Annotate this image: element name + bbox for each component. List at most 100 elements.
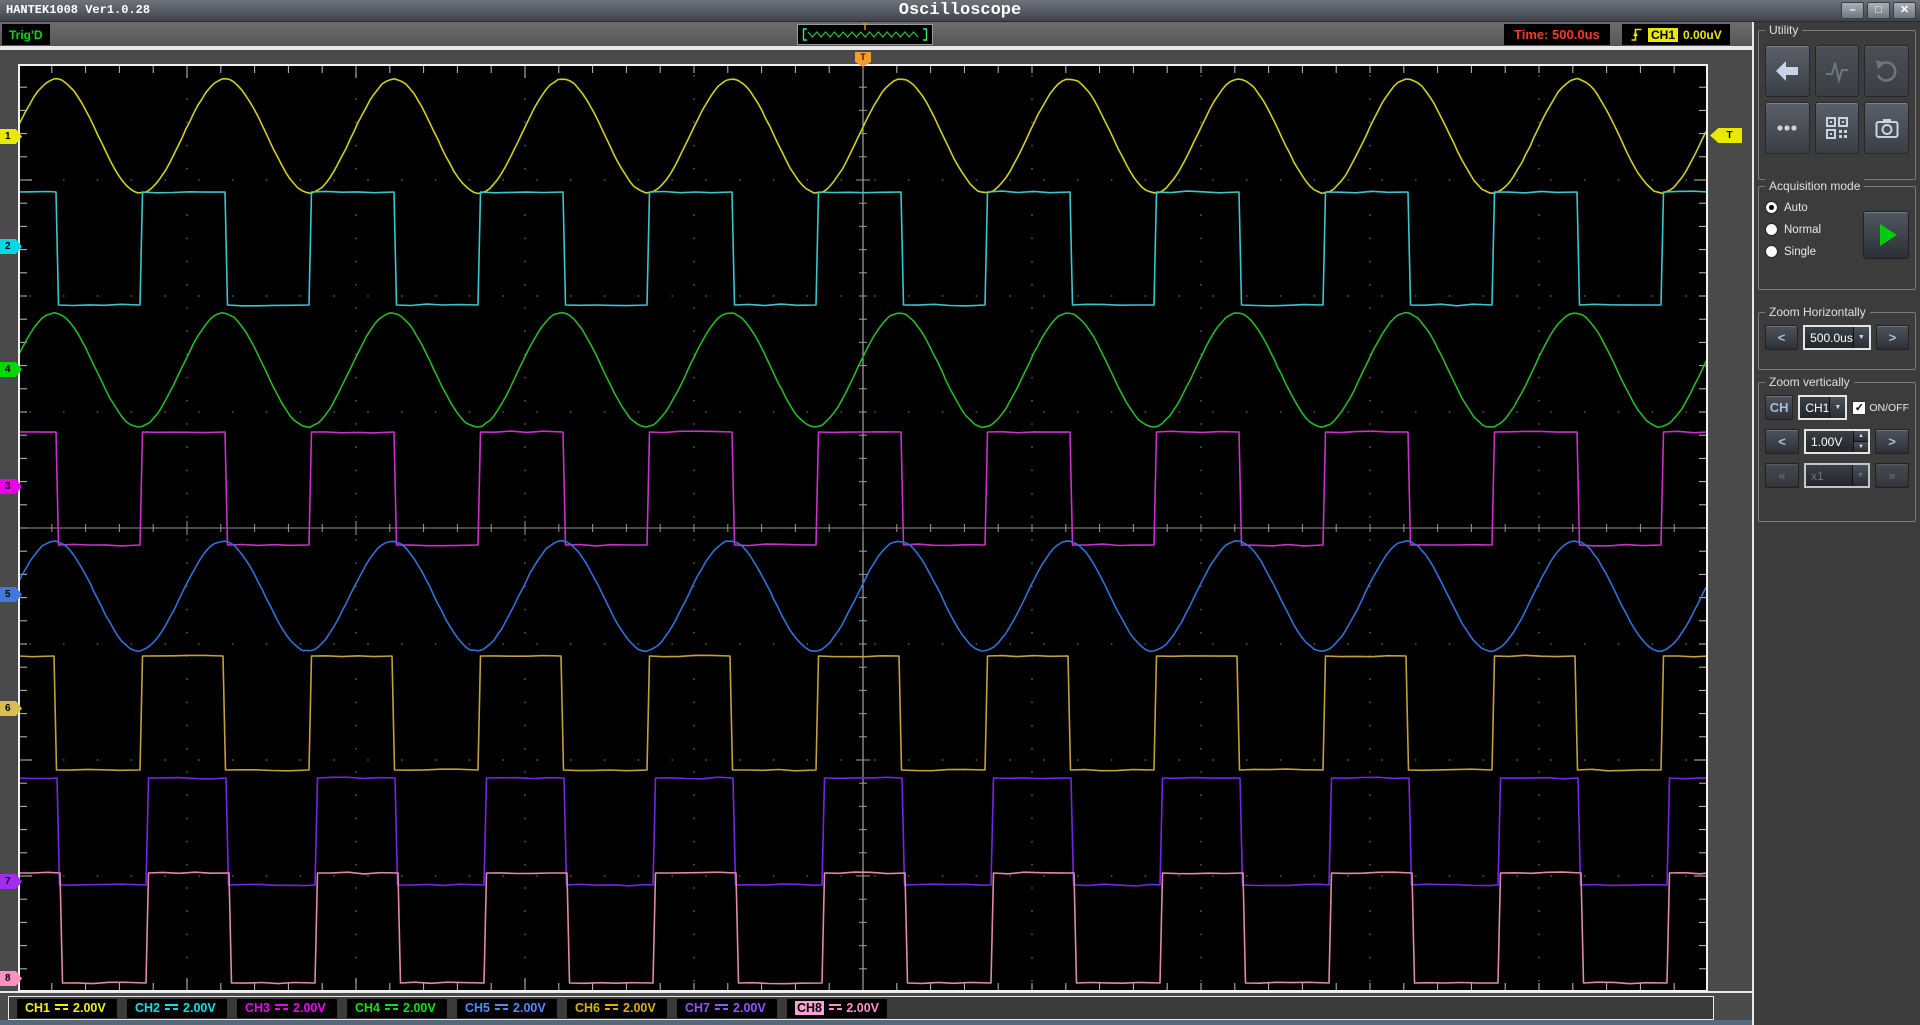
camera-icon bbox=[1874, 115, 1900, 141]
channel-name: CH5 bbox=[465, 1001, 490, 1015]
channel-select[interactable]: CH1 ▼ bbox=[1798, 395, 1847, 420]
utility-group: Utility bbox=[1758, 30, 1916, 180]
scale-prev-button[interactable]: < bbox=[1765, 429, 1799, 454]
qr-code-button[interactable] bbox=[1815, 102, 1860, 154]
multiplier-next-button[interactable]: » bbox=[1875, 463, 1909, 488]
radio-normal[interactable]: Normal bbox=[1765, 223, 1863, 236]
timebase-next-button[interactable]: > bbox=[1876, 325, 1909, 350]
undo-icon bbox=[1874, 58, 1900, 84]
channel-status-ch8[interactable]: CH8 2.00V bbox=[787, 999, 887, 1018]
onoff-checkbox[interactable]: ✓ bbox=[1852, 401, 1866, 415]
timebase-prev-button[interactable]: < bbox=[1765, 325, 1798, 350]
channel-status-bar: CH1 2.00V CH2 2.00V CH3 2.00V CH4 2.00V CH5 2.00V… bbox=[8, 996, 1714, 1020]
more-button[interactable] bbox=[1765, 102, 1810, 154]
timebase-select[interactable]: 500.0us ▼ bbox=[1803, 325, 1871, 350]
multiplier-prev-button[interactable]: « bbox=[1765, 463, 1799, 488]
maximize-button[interactable]: □ bbox=[1867, 2, 1890, 19]
play-icon bbox=[1880, 224, 1897, 246]
scope-display-area: T T 12345678 bbox=[0, 48, 1752, 993]
page-title: Oscilloscope bbox=[0, 1, 1920, 20]
channel-value: CH1 bbox=[1800, 401, 1829, 415]
radio-label: Single bbox=[1784, 246, 1816, 258]
waveform-plot bbox=[18, 64, 1708, 992]
channel-status-ch6[interactable]: CH62.00V bbox=[567, 999, 667, 1018]
zoom-vertical-title: Zoom vertically bbox=[1765, 375, 1854, 389]
window-controls: – □ ✕ bbox=[1841, 2, 1916, 19]
multiplier-value: x1 bbox=[1806, 469, 1852, 483]
ellipsis-icon bbox=[1773, 115, 1801, 141]
channel-status-ch5[interactable]: CH5 2.00V bbox=[457, 999, 557, 1018]
trigger-status-badge: Trig'D bbox=[2, 24, 50, 45]
minimize-button[interactable]: – bbox=[1841, 2, 1864, 19]
radio-single[interactable]: Single bbox=[1765, 245, 1863, 258]
close-button[interactable]: ✕ bbox=[1893, 2, 1916, 19]
run-button[interactable] bbox=[1863, 211, 1909, 259]
back-arrow-icon bbox=[1773, 58, 1801, 84]
channel-button[interactable]: CH bbox=[1765, 395, 1793, 420]
back-button[interactable] bbox=[1765, 45, 1810, 97]
trigger-source-badge: CH1 bbox=[1648, 28, 1678, 42]
control-panel: Utility bbox=[1752, 22, 1920, 1025]
undo-button[interactable] bbox=[1864, 45, 1909, 97]
qr-code-icon bbox=[1824, 115, 1850, 141]
trigger-level-marker[interactable]: T bbox=[1710, 128, 1742, 143]
timebase-value: 500.0us bbox=[1805, 331, 1853, 345]
dc-coupling-icon bbox=[495, 1004, 508, 1013]
radio-icon[interactable] bbox=[1765, 201, 1778, 214]
window-bottom-edge bbox=[0, 1020, 1920, 1025]
toolbar: Trig'D T Time: 500.0us CH1 0.00uV bbox=[0, 22, 1752, 48]
timebase-readout: Time: 500.0us bbox=[1504, 24, 1610, 45]
pulse-icon bbox=[1824, 58, 1850, 84]
radio-icon[interactable] bbox=[1765, 245, 1778, 258]
rising-edge-icon bbox=[1630, 26, 1643, 43]
title-bar: HANTEK1008 Ver1.0.28 Oscilloscope – □ ✕ bbox=[0, 0, 1920, 22]
channel-scale-value: 2.00V bbox=[403, 1001, 436, 1015]
channel-status-ch3[interactable]: CH3 2.00V bbox=[237, 999, 337, 1018]
acquisition-title: Acquisition mode bbox=[1765, 179, 1864, 193]
channel-status-ch2[interactable]: CH2 2.00V bbox=[127, 999, 227, 1018]
channel-scale-value: 2.00V bbox=[73, 1001, 106, 1015]
channel-name: CH7 bbox=[685, 1001, 710, 1015]
spin-up-icon[interactable]: ▲ bbox=[1854, 431, 1868, 441]
channel-name: CH4 bbox=[355, 1001, 380, 1015]
channel-name: CH3 bbox=[245, 1001, 270, 1015]
radio-label: Auto bbox=[1784, 202, 1808, 214]
channel-scale-value: 2.00V bbox=[513, 1001, 546, 1015]
channel-status-ch1[interactable]: CH1 2.00V bbox=[17, 999, 117, 1018]
trigger-level-value: 0.00uV bbox=[1683, 28, 1722, 42]
multiplier-select[interactable]: x1 ▼ bbox=[1804, 463, 1870, 488]
dc-coupling-icon bbox=[165, 1004, 178, 1013]
zoom-horizontal-group: Zoom Horizontally < 500.0us ▼ > bbox=[1758, 312, 1916, 370]
channel-scale-value: 2.00V bbox=[846, 1001, 879, 1015]
channel-name: CH8 bbox=[795, 1001, 824, 1015]
zoom-horizontal-title: Zoom Horizontally bbox=[1765, 305, 1870, 319]
scale-value: 1.00V bbox=[1806, 435, 1853, 449]
chevron-down-icon: ▼ bbox=[1852, 465, 1868, 486]
onoff-label: ON/OFF bbox=[1869, 402, 1909, 414]
acquisition-options: Auto Normal Single bbox=[1765, 201, 1863, 259]
pulse-button[interactable] bbox=[1815, 45, 1860, 97]
channel-scale-value: 2.00V bbox=[733, 1001, 766, 1015]
chevron-down-icon[interactable]: ▼ bbox=[1853, 327, 1869, 348]
channel-scale-value: 2.00V bbox=[183, 1001, 216, 1015]
acquisition-group: Acquisition mode AutoNormalSingle bbox=[1758, 186, 1916, 290]
dc-coupling-icon bbox=[829, 1004, 841, 1013]
dc-coupling-icon bbox=[715, 1004, 728, 1013]
screenshot-button[interactable] bbox=[1864, 102, 1909, 154]
channel-scale-value: 2.00V bbox=[293, 1001, 326, 1015]
trigger-readout: CH1 0.00uV bbox=[1622, 24, 1730, 45]
channel-status-ch4[interactable]: CH4 2.00V bbox=[347, 999, 447, 1018]
channel-name: CH2 bbox=[135, 1001, 160, 1015]
channel-status-ch7[interactable]: CH7 2.00V bbox=[677, 999, 777, 1018]
chevron-down-icon[interactable]: ▼ bbox=[1829, 397, 1845, 418]
oscilloscope-window: HANTEK1008 Ver1.0.28 Oscilloscope – □ ✕ … bbox=[0, 0, 1920, 1025]
radio-icon[interactable] bbox=[1765, 223, 1778, 236]
radio-auto[interactable]: Auto bbox=[1765, 201, 1863, 214]
scale-stepper[interactable]: 1.00V ▲ ▼ bbox=[1804, 429, 1870, 454]
zoom-vertical-group: Zoom vertically CH CH1 ▼ ✓ ON/OFF < 1.00… bbox=[1758, 382, 1916, 522]
spin-down-icon[interactable]: ▼ bbox=[1854, 441, 1868, 452]
scale-next-button[interactable]: > bbox=[1875, 429, 1909, 454]
channel-name: CH1 bbox=[25, 1001, 50, 1015]
waveform-preview[interactable]: T bbox=[797, 24, 933, 45]
dc-coupling-icon bbox=[605, 1004, 618, 1013]
